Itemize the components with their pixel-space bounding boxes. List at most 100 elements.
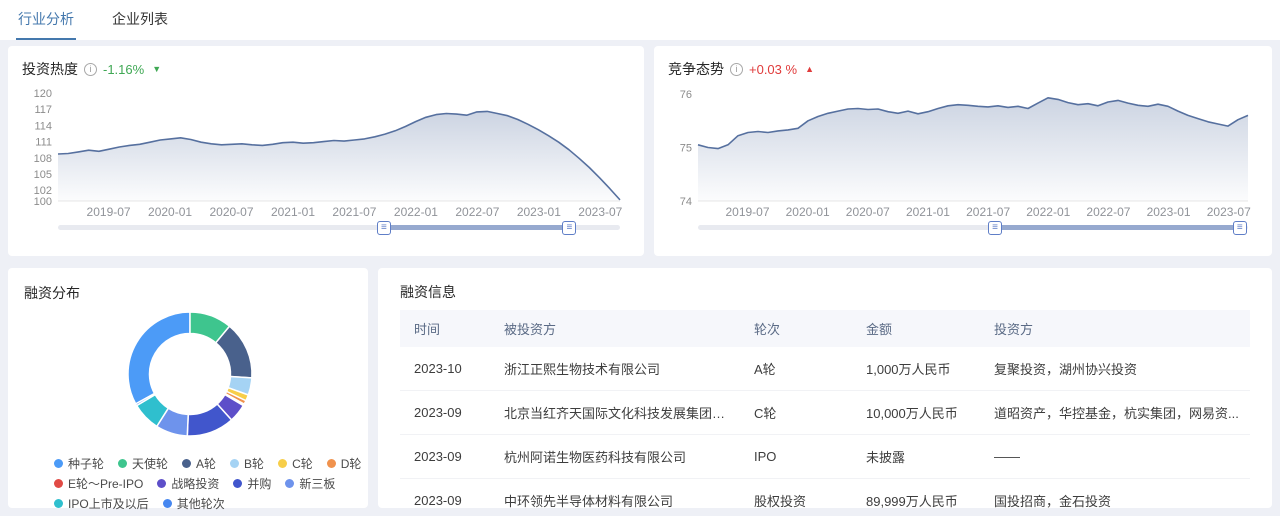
svg-text:2021-01: 2021-01 [271,205,315,219]
legend-dot [230,459,239,468]
svg-text:75: 75 [680,143,692,155]
svg-text:2023-01: 2023-01 [1147,205,1191,219]
svg-text:117: 117 [34,104,52,116]
legend-dot [278,459,287,468]
info-icon[interactable]: i [730,63,743,76]
svg-text:120: 120 [34,88,52,100]
financing-distribution-donut-chart[interactable] [24,304,352,451]
legend-item-C轮[interactable]: C轮 [278,455,313,472]
investment-heat-chart[interactable]: 1201171141111081051021002019-072020-0120… [22,80,630,222]
legend-item-A轮[interactable]: A轮 [182,455,216,472]
legend-item-E轮～Pre-IPO[interactable]: E轮～Pre-IPO [54,475,143,492]
svg-text:2023-01: 2023-01 [517,205,561,219]
financing-distribution-title: 融资分布 [24,283,80,303]
legend-label: D轮 [341,455,362,472]
legend-dot [163,499,172,508]
table-cell: 2023-10 [400,347,490,391]
svg-text:2020-01: 2020-01 [148,205,192,219]
svg-text:2020-07: 2020-07 [846,205,890,219]
donut-slice-种子轮[interactable] [128,312,190,404]
legend-label: A轮 [196,455,216,472]
legend-label: 并购 [247,475,271,492]
datazoom-selected-range[interactable] [995,225,1240,230]
table-column-header: 金额 [852,310,980,347]
table-cell: C轮 [740,391,852,435]
legend-item-种子轮[interactable]: 种子轮 [54,455,104,472]
datazoom-right-handle[interactable]: ≡ [1233,221,1247,235]
table-cell: 杭州阿诺生物医药科技有限公司 [490,435,740,479]
table-cell: 未披露 [852,435,980,479]
datazoom-right-handle[interactable]: ≡ [562,221,576,235]
legend-label: E轮～Pre-IPO [68,475,143,492]
table-cell: 浙江正熙生物技术有限公司 [490,347,740,391]
financing-info-title: 融资信息 [400,282,1250,302]
trend-down-icon: ▼ [152,64,161,74]
table-cell: 复聚投资，湖州协兴投资 [980,347,1250,391]
legend-dot [285,479,294,488]
legend-dot [233,479,242,488]
table-column-header: 时间 [400,310,490,347]
table-cell: 国投招商，金石投资 [980,479,1250,516]
svg-text:100: 100 [34,196,52,208]
table-row[interactable]: 2023-09杭州阿诺生物医药科技有限公司IPO未披露—— [400,435,1250,479]
legend-item-并购[interactable]: 并购 [233,475,271,492]
svg-text:2019-07: 2019-07 [87,205,131,219]
svg-text:2023-07: 2023-07 [1207,205,1251,219]
competition-datazoom-slider[interactable]: ≡≡ [698,220,1248,236]
competition-card: 竞争态势 i +0.03 % ▲ 7675742019-072020-01202… [654,46,1272,256]
legend-item-IPO上市及以后[interactable]: IPO上市及以后 [54,495,149,512]
table-cell: 2023-09 [400,391,490,435]
legend-dot [118,459,127,468]
svg-text:2022-01: 2022-01 [1026,205,1070,219]
table-cell: 2023-09 [400,435,490,479]
legend-item-天使轮[interactable]: 天使轮 [118,455,168,472]
svg-text:2021-07: 2021-07 [966,205,1010,219]
table-cell: 89,999万人民币 [852,479,980,516]
table-cell: A轮 [740,347,852,391]
legend-label: 新三板 [299,475,335,492]
datazoom-left-handle[interactable]: ≡ [377,221,391,235]
investment-heat-card: 投资热度 i -1.16% ▼ 120117114111108105102100… [8,46,644,256]
svg-text:2022-07: 2022-07 [455,205,499,219]
table-column-header: 轮次 [740,310,852,347]
table-cell: 北京当红齐天国际文化科技发展集团有限... [490,391,740,435]
table-cell: 2023-09 [400,479,490,516]
trend-up-icon: ▲ [805,64,814,74]
top-tab-bar: 行业分析 企业列表 [0,0,1280,40]
tab-enterprise-list[interactable]: 企业列表 [110,0,170,40]
legend-item-战略投资[interactable]: 战略投资 [157,475,219,492]
investment-heat-title: 投资热度 [22,59,78,79]
datazoom-left-handle[interactable]: ≡ [988,221,1002,235]
legend-dot [327,459,336,468]
datazoom-selected-range[interactable] [384,225,569,230]
legend-label: IPO上市及以后 [68,495,149,512]
svg-text:2020-07: 2020-07 [209,205,253,219]
tab-industry-analysis[interactable]: 行业分析 [16,0,76,40]
svg-text:2022-07: 2022-07 [1086,205,1130,219]
investment-heat-change: -1.16% [103,62,144,77]
table-cell: 中环领先半导体材料有限公司 [490,479,740,516]
table-column-header: 投资方 [980,310,1250,347]
svg-text:105: 105 [34,169,52,181]
legend-dot [54,479,63,488]
financing-distribution-card: 融资分布 种子轮天使轮A轮B轮C轮D轮E轮～Pre-IPO战略投资并购新三板IP… [8,268,368,508]
legend-item-D轮[interactable]: D轮 [327,455,362,472]
investment-heat-datazoom-slider[interactable]: ≡≡ [58,220,620,236]
table-row[interactable]: 2023-09中环领先半导体材料有限公司股权投资89,999万人民币国投招商，金… [400,479,1250,516]
table-column-header: 被投资方 [490,310,740,347]
legend-item-B轮[interactable]: B轮 [230,455,264,472]
info-icon[interactable]: i [84,63,97,76]
legend-item-其他轮次[interactable]: 其他轮次 [163,495,225,512]
legend-dot [54,459,63,468]
table-header-row: 时间被投资方轮次金额投资方 [400,310,1250,347]
table-row[interactable]: 2023-10浙江正熙生物技术有限公司A轮1,000万人民币复聚投资，湖州协兴投… [400,347,1250,391]
table-cell: 股权投资 [740,479,852,516]
svg-text:2023-07: 2023-07 [578,205,622,219]
legend-item-新三板[interactable]: 新三板 [285,475,335,492]
competition-title: 竞争态势 [668,59,724,79]
financing-distribution-legend: 种子轮天使轮A轮B轮C轮D轮E轮～Pre-IPO战略投资并购新三板IPO上市及以… [24,453,352,513]
table-row[interactable]: 2023-09北京当红齐天国际文化科技发展集团有限...C轮10,000万人民币… [400,391,1250,435]
competition-change: +0.03 % [749,62,797,77]
svg-text:2020-01: 2020-01 [786,205,830,219]
competition-chart[interactable]: 7675742019-072020-012020-072021-012021-0… [668,80,1258,222]
